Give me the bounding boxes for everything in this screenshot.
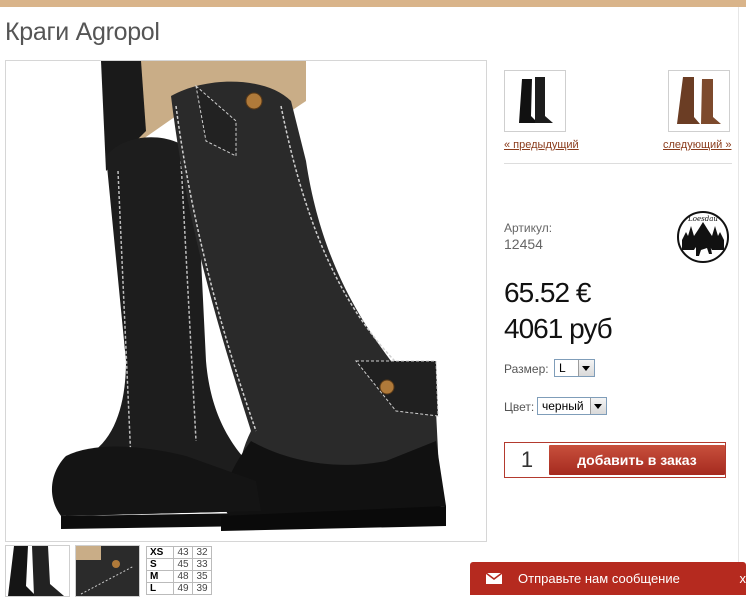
- next-product-link[interactable]: следующий »: [663, 139, 731, 151]
- size-label: Размер:: [504, 362, 549, 376]
- add-to-order-button[interactable]: добавить в заказ: [549, 445, 725, 475]
- color-label: Цвет:: [504, 400, 534, 414]
- price-eur: 65.52 €: [504, 277, 590, 309]
- price-rub: 4061 руб: [504, 313, 612, 345]
- size-select-value: L: [559, 361, 566, 375]
- boots-illustration: [6, 61, 486, 541]
- article-label: Артикул:: [504, 221, 552, 235]
- boots-thumbnail: [6, 546, 69, 596]
- dropdown-arrow-icon[interactable]: [578, 360, 594, 376]
- main-product-image[interactable]: [5, 60, 487, 542]
- color-select-value: черный: [542, 399, 584, 413]
- envelope-icon: [486, 573, 502, 584]
- chaps-detail-thumbnail: [76, 546, 139, 596]
- scroll-edge: [738, 7, 746, 595]
- table-row: S 45 33: [147, 559, 212, 571]
- size-cell: L: [147, 583, 174, 595]
- page-title: Краги Agropol: [5, 18, 160, 47]
- brand-logo-text: Loesdau: [687, 215, 718, 223]
- divider: [504, 163, 732, 164]
- table-row: XS 43 32: [147, 547, 212, 559]
- send-message-widget[interactable]: Отправьте нам сообщение x: [470, 562, 746, 595]
- top-accent-bar: [0, 0, 746, 7]
- send-message-label: Отправьте нам сообщение: [518, 571, 680, 586]
- measure-cell: 49: [174, 583, 193, 595]
- gallery-thumbnail-2[interactable]: [75, 545, 140, 597]
- brand-logo[interactable]: Loesdau: [676, 210, 730, 264]
- loesdau-logo-icon: Loesdau: [676, 210, 730, 264]
- close-icon[interactable]: x: [740, 571, 746, 586]
- measure-cell: 45: [174, 559, 193, 571]
- size-chart-table: XS 43 32 S 45 33 M 48 35 L 49 39: [146, 546, 212, 595]
- article-number: 12454: [504, 236, 543, 252]
- measure-cell: 35: [193, 571, 212, 583]
- measure-cell: 48: [174, 571, 193, 583]
- table-row: M 48 35: [147, 571, 212, 583]
- gallery-thumbnail-1[interactable]: [5, 545, 70, 597]
- measure-cell: 43: [174, 547, 193, 559]
- size-select[interactable]: L: [554, 359, 595, 377]
- prev-product-link[interactable]: « предыдущий: [504, 139, 579, 151]
- measure-cell: 32: [193, 547, 212, 559]
- size-cell: M: [147, 571, 174, 583]
- dropdown-arrow-icon[interactable]: [590, 398, 606, 414]
- size-cell: XS: [147, 547, 174, 559]
- order-box: добавить в заказ: [504, 442, 726, 478]
- measure-cell: 39: [193, 583, 212, 595]
- measure-cell: 33: [193, 559, 212, 571]
- size-cell: S: [147, 559, 174, 571]
- prev-product-thumbnail[interactable]: [504, 70, 566, 132]
- quantity-input[interactable]: [505, 443, 549, 477]
- table-row: L 49 39: [147, 583, 212, 595]
- color-select[interactable]: черный: [537, 397, 607, 415]
- boots-thumbnail-black: [505, 71, 565, 131]
- boots-thumbnail-brown: [669, 71, 729, 131]
- next-product-thumbnail[interactable]: [668, 70, 730, 132]
